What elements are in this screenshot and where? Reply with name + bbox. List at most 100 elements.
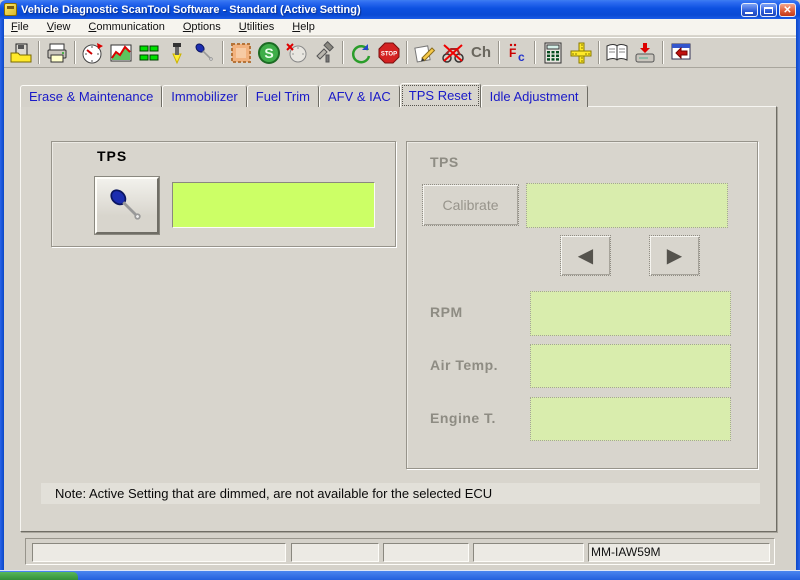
- menu-view[interactable]: View: [45, 20, 73, 34]
- stop-button[interactable]: STOP: [375, 39, 403, 66]
- map-button[interactable]: [227, 39, 255, 66]
- fahrenheit-celsius-icon: F c: [505, 41, 529, 65]
- toolbar: S STOP: [4, 37, 796, 68]
- toolbar-separator: [534, 41, 536, 64]
- print-button[interactable]: [43, 39, 71, 66]
- currency-icon: S: [257, 41, 281, 65]
- arrow-left-icon: ◀: [578, 246, 593, 266]
- exit-button[interactable]: [667, 39, 695, 66]
- status-panel: [383, 543, 469, 562]
- menu-options[interactable]: Options: [181, 20, 223, 34]
- ruler-icon: [569, 41, 593, 65]
- close-button[interactable]: ✕: [779, 3, 796, 17]
- status-panel: [473, 543, 584, 562]
- channels-button[interactable]: Ch: [467, 39, 495, 66]
- engine-temp-field: [530, 397, 731, 441]
- gauge-disabled-button[interactable]: [283, 39, 311, 66]
- manual-icon: [605, 41, 629, 65]
- active-setting-groupbox: TPS Calibrate ◀ ▶ RPM Air Temp. Engine T…: [406, 141, 758, 469]
- currency-button[interactable]: S: [255, 39, 283, 66]
- toolbar-separator: [222, 41, 224, 64]
- tab-erase-maintenance[interactable]: Erase & Maintenance: [20, 85, 162, 107]
- data-grid-button[interactable]: [135, 39, 163, 66]
- tps-label: TPS: [97, 148, 127, 164]
- menu-bar: File View Communication Options Utilitie…: [4, 19, 796, 36]
- tab-tps-reset[interactable]: TPS Reset: [400, 83, 481, 108]
- sensor-button[interactable]: [163, 39, 191, 66]
- menu-file[interactable]: File: [9, 20, 31, 34]
- minimize-icon: [745, 12, 753, 14]
- map-icon: [229, 41, 253, 65]
- motorcycle-icon: [441, 41, 465, 65]
- stop-icon: STOP: [377, 41, 401, 65]
- menu-communication[interactable]: Communication: [86, 20, 166, 34]
- sensor-icon: [165, 41, 189, 65]
- tab-strip: Erase & Maintenance Immobilizer Fuel Tri…: [20, 82, 588, 107]
- gauge-icon: [81, 41, 105, 65]
- calculator-button[interactable]: [539, 39, 567, 66]
- calibrate-button[interactable]: Calibrate: [422, 184, 519, 226]
- grease-icon: [313, 41, 337, 65]
- tps-reset-button[interactable]: [95, 177, 159, 234]
- menu-help[interactable]: Help: [290, 20, 317, 34]
- save-icon: [9, 41, 33, 65]
- window-title: Vehicle Diagnostic ScanTool Software - S…: [21, 4, 361, 16]
- start-button[interactable]: [0, 572, 78, 580]
- notes-button[interactable]: [411, 39, 439, 66]
- status-bar: MM-IAW59M: [25, 538, 775, 565]
- calibrate-label: Calibrate: [442, 197, 498, 213]
- maximize-button[interactable]: [760, 3, 777, 17]
- toolbar-separator: [662, 41, 664, 64]
- ruler-button[interactable]: [567, 39, 595, 66]
- screwdriver-icon: [193, 41, 217, 65]
- gauge-button[interactable]: [79, 39, 107, 66]
- gauge-disabled-icon: [285, 41, 309, 65]
- decrease-button[interactable]: ◀: [560, 235, 611, 276]
- celsius-glyph: c: [518, 50, 525, 64]
- tab-fuel-trim[interactable]: Fuel Trim: [247, 85, 319, 107]
- arrow-right-icon: ▶: [667, 246, 682, 266]
- screwdriver-icon: [106, 185, 148, 227]
- download-button[interactable]: [631, 39, 659, 66]
- save-button[interactable]: [7, 39, 35, 66]
- active-tps-label: TPS: [430, 154, 459, 170]
- chart-button[interactable]: [107, 39, 135, 66]
- status-panel: [291, 543, 379, 562]
- channels-icon: Ch: [471, 44, 491, 61]
- exit-icon: [669, 41, 693, 65]
- toolbar-separator: [598, 41, 600, 64]
- print-icon: [45, 41, 69, 65]
- download-icon: [633, 41, 657, 65]
- active-tps-value-field: [526, 183, 728, 228]
- tab-afv-iac[interactable]: AFV & IAC: [319, 85, 400, 107]
- engine-temp-label: Engine T.: [430, 410, 496, 426]
- motorcycle-button[interactable]: [439, 39, 467, 66]
- note-strip: Note: Active Setting that are dimmed, ar…: [41, 483, 760, 504]
- refresh-button[interactable]: [347, 39, 375, 66]
- calculator-icon: [541, 41, 565, 65]
- tps-value-field[interactable]: [172, 182, 375, 228]
- close-icon: ✕: [780, 4, 795, 16]
- toolbar-separator: [38, 41, 40, 64]
- air-temp-field: [530, 344, 731, 388]
- minimize-button[interactable]: [741, 3, 758, 17]
- increase-button[interactable]: ▶: [649, 235, 700, 276]
- menu-utilities[interactable]: Utilities: [237, 20, 276, 34]
- status-panel-ecu: MM-IAW59M: [588, 543, 770, 562]
- air-temp-label: Air Temp.: [430, 357, 498, 373]
- fahrenheit-glyph: F: [509, 46, 516, 60]
- stop-label: STOP: [381, 51, 397, 57]
- manual-button[interactable]: [603, 39, 631, 66]
- tab-idle-adjustment[interactable]: Idle Adjustment: [481, 85, 588, 107]
- toolbar-separator: [498, 41, 500, 64]
- refresh-icon: [349, 41, 373, 65]
- fahrenheit-celsius-button[interactable]: F c: [503, 39, 531, 66]
- status-panel: [32, 543, 286, 562]
- window-frame-right: [796, 19, 800, 570]
- tps-reset-page: TPS TPS Calibrate ◀: [20, 106, 777, 532]
- tab-immobilizer[interactable]: Immobilizer: [162, 85, 246, 107]
- note-text: Note: Active Setting that are dimmed, ar…: [55, 486, 492, 501]
- screwdriver-button[interactable]: [191, 39, 219, 66]
- maximize-icon: [764, 7, 773, 14]
- grease-button[interactable]: [311, 39, 339, 66]
